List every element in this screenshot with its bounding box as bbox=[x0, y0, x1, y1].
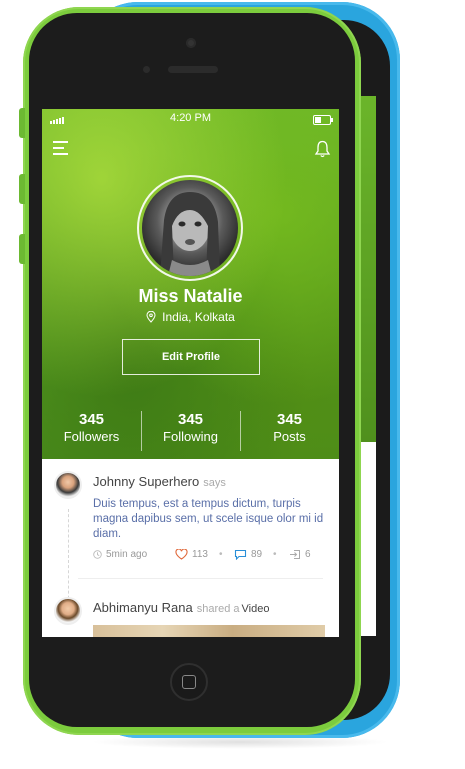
status-time: 4:20 PM bbox=[170, 112, 211, 124]
bell-icon[interactable] bbox=[314, 140, 331, 158]
earpiece-speaker bbox=[168, 66, 218, 73]
volume-up-button bbox=[19, 174, 25, 204]
comment-button[interactable]: 89 bbox=[234, 549, 262, 560]
like-count: 113 bbox=[192, 549, 208, 560]
profile-stats: 345 Followers 345 Following 345 Posts bbox=[42, 411, 339, 451]
post-author-avatar[interactable] bbox=[54, 597, 82, 625]
status-bar: 4:20 PM bbox=[42, 109, 339, 129]
post-time-text: 5min ago bbox=[106, 549, 148, 560]
separator-dot: • bbox=[219, 549, 223, 560]
stat-value: 345 bbox=[177, 411, 204, 428]
post-verb: shared a bbox=[196, 603, 240, 615]
profile-avatar[interactable] bbox=[142, 180, 238, 276]
like-button[interactable]: 113 bbox=[175, 549, 208, 560]
stat-label: Following bbox=[163, 429, 218, 444]
speech-bubble-icon bbox=[234, 549, 247, 560]
stat-value: 345 bbox=[78, 411, 105, 428]
pin-icon bbox=[146, 311, 156, 323]
post-time: 5min ago bbox=[93, 549, 147, 560]
activity-feed: Johnny Superhero says Duis tempus, est a … bbox=[42, 459, 339, 637]
post-author-name[interactable]: Abhimanyu Rana bbox=[93, 600, 193, 615]
share-button[interactable]: 6 bbox=[289, 549, 311, 560]
stat-label: Followers bbox=[63, 429, 120, 444]
post-divider bbox=[78, 578, 323, 579]
stat-value: 345 bbox=[276, 411, 303, 428]
post-author-name[interactable]: Johnny Superhero bbox=[93, 474, 199, 489]
separator-dot: • bbox=[273, 549, 277, 560]
profile-name: Miss Natalie bbox=[138, 286, 243, 306]
post-author-avatar[interactable] bbox=[54, 471, 82, 499]
post-object-link[interactable]: Video bbox=[242, 603, 270, 615]
stat-label: Posts bbox=[273, 429, 306, 444]
front-camera bbox=[186, 38, 196, 48]
comment-count: 89 bbox=[251, 549, 263, 560]
volume-down-button bbox=[19, 234, 25, 264]
timeline-line bbox=[68, 509, 69, 609]
edit-profile-button[interactable]: Edit Profile bbox=[122, 339, 260, 375]
shared-video-thumbnail[interactable] bbox=[93, 625, 325, 637]
battery-icon bbox=[313, 115, 333, 125]
post-text: Duis tempus, est a tempus dictum, turpis… bbox=[93, 498, 324, 540]
stat-followers[interactable]: 345 Followers bbox=[42, 411, 141, 451]
mute-switch bbox=[19, 108, 25, 138]
location-text: India, Kolkata bbox=[162, 310, 235, 324]
post-header: Abhimanyu Rana shared a Video bbox=[93, 600, 269, 615]
post-header: Johnny Superhero says bbox=[93, 474, 226, 489]
post-meta: 5min ago 113 • 89 • 6 bbox=[93, 549, 325, 563]
share-arrow-icon bbox=[290, 550, 300, 559]
profile-header: 4:20 PM Miss Natalie India, Kolkata Edit… bbox=[42, 109, 339, 459]
share-count: 6 bbox=[305, 549, 311, 560]
profile-location: India, Kolkata bbox=[42, 310, 339, 324]
heart-icon bbox=[175, 549, 188, 560]
hamburger-icon[interactable] bbox=[53, 141, 70, 155]
post-verb: says bbox=[203, 477, 226, 489]
stat-following[interactable]: 345 Following bbox=[141, 411, 240, 451]
clock-icon bbox=[93, 550, 102, 559]
proximity-sensor bbox=[143, 66, 150, 73]
stat-posts[interactable]: 345 Posts bbox=[240, 411, 339, 451]
app-screen: 4:20 PM Miss Natalie India, Kolkata Edit… bbox=[42, 109, 339, 637]
home-button[interactable] bbox=[170, 663, 208, 701]
